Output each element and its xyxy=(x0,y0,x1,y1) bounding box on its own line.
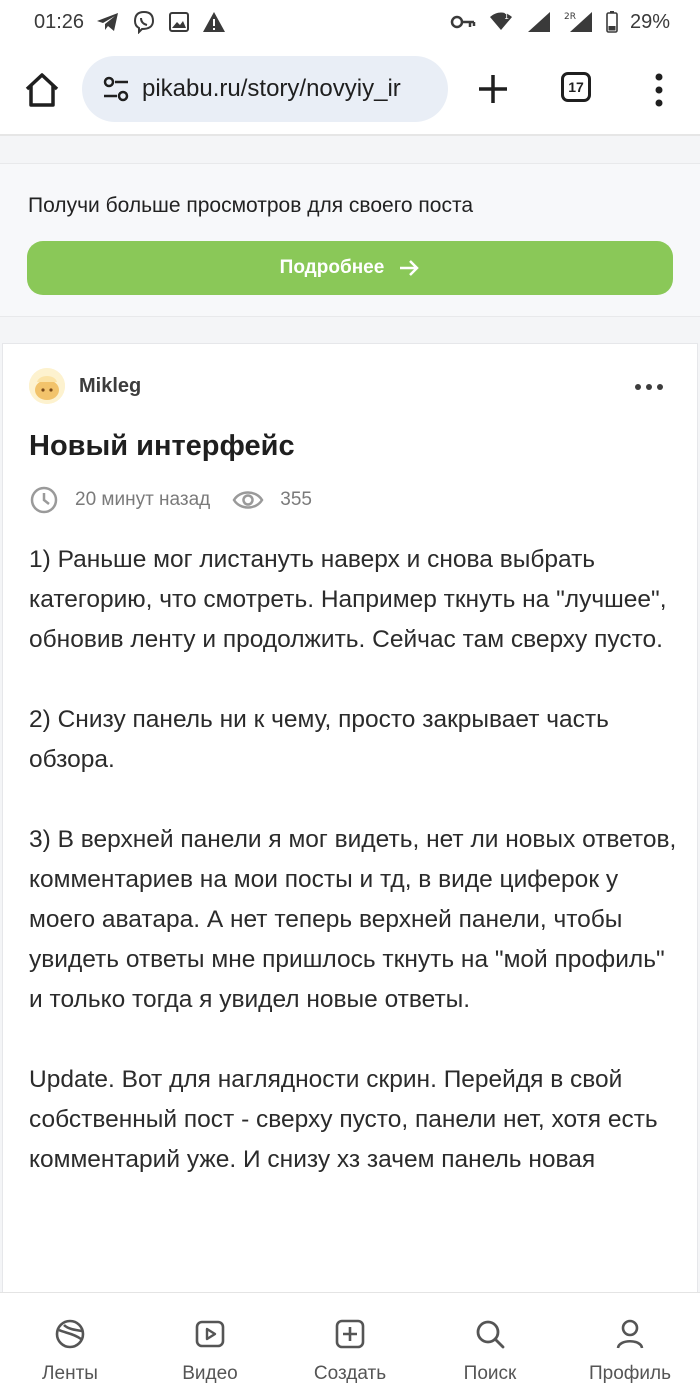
nav-feeds[interactable]: Ленты xyxy=(10,1293,130,1400)
nav-label: Создать xyxy=(313,1363,387,1384)
search-icon xyxy=(476,1320,505,1349)
feeds-icon xyxy=(55,1319,85,1349)
address-bar[interactable]: pikabu.ru/story/novyiy_ir xyxy=(82,56,448,122)
nav-label: Ленты xyxy=(42,1363,98,1384)
post-views: 355 xyxy=(280,489,312,510)
dot-icon xyxy=(646,384,652,390)
clock-icon xyxy=(30,486,58,514)
home-icon xyxy=(25,73,59,107)
post-paragraph: 1) Раньше мог листануть наверх и снова в… xyxy=(29,546,667,653)
post-paragraph: 3) В верхней панели я мог видеть, нет ли… xyxy=(29,826,677,1013)
post-paragraph: 2) Снизу панель ни к чему, просто закрыв… xyxy=(29,706,609,773)
tab-count: 17 xyxy=(568,79,584,95)
status-bar: 01:26 1 2R 29% xyxy=(0,0,700,44)
more-vertical-icon xyxy=(655,73,663,107)
url-text[interactable]: pikabu.ru/story/novyiy_ir xyxy=(142,75,401,103)
author-name[interactable]: Mikleg xyxy=(79,375,141,398)
svg-text:2R: 2R xyxy=(564,12,576,22)
post-card: Mikleg Новый интерфейс 20 минут назад 35… xyxy=(2,343,698,1303)
battery-percent: 29% xyxy=(629,10,670,33)
gallery-icon xyxy=(168,11,190,33)
post-author[interactable]: Mikleg xyxy=(29,368,141,404)
nav-video[interactable]: Видео xyxy=(150,1293,270,1400)
nav-label: Профиль xyxy=(588,1363,672,1384)
promo-more-button[interactable]: Подробнее xyxy=(27,241,673,295)
dot-icon xyxy=(635,384,641,390)
promo-button-label: Подробнее xyxy=(279,257,385,278)
home-button[interactable] xyxy=(22,70,62,110)
nav-profile[interactable]: Профиль xyxy=(570,1293,690,1400)
vpn-key-icon xyxy=(450,14,476,30)
warning-icon xyxy=(202,11,226,33)
nav-create[interactable]: Создать xyxy=(290,1293,410,1400)
browser-toolbar: pikabu.ru/story/novyiy_ir 17 xyxy=(0,44,700,136)
video-icon xyxy=(195,1320,225,1348)
signal-icon-sim1 xyxy=(526,10,552,34)
nav-label: Поиск xyxy=(463,1363,517,1384)
site-settings-icon[interactable] xyxy=(100,73,132,105)
telegram-icon xyxy=(96,11,120,33)
wifi-icon: 1 xyxy=(488,10,514,34)
plus-icon xyxy=(479,75,507,103)
post-body: 1) Раньше мог листануть наверх и снова в… xyxy=(29,540,679,1220)
avatar[interactable] xyxy=(29,368,65,404)
post-title[interactable]: Новый интерфейс xyxy=(29,430,295,463)
new-tab-button[interactable] xyxy=(474,70,512,108)
promo-text: Получи больше просмотров для своего пост… xyxy=(28,194,474,217)
tab-switcher-button[interactable]: 17 xyxy=(561,72,591,102)
signal-icon-sim2: 2R xyxy=(564,10,594,34)
nav-label: Видео xyxy=(182,1363,238,1384)
post-more-button[interactable] xyxy=(635,384,663,390)
dot-icon xyxy=(657,384,663,390)
post-meta: 20 минут назад 355 xyxy=(29,485,312,515)
nav-search[interactable]: Поиск xyxy=(430,1293,550,1400)
bottom-navigation: Ленты Видео Создать Поиск Профиль xyxy=(0,1292,700,1400)
clock-time: 01:26 xyxy=(34,10,85,33)
eye-icon xyxy=(232,491,264,509)
viber-icon xyxy=(132,10,156,34)
promo-banner: Получи больше просмотров для своего пост… xyxy=(0,163,700,317)
svg-text:1: 1 xyxy=(504,12,509,21)
post-time: 20 минут назад xyxy=(75,489,211,510)
battery-icon xyxy=(606,11,618,33)
arrow-right-icon xyxy=(400,260,420,276)
create-icon xyxy=(335,1319,365,1349)
profile-icon xyxy=(616,1319,644,1349)
browser-menu-button[interactable] xyxy=(646,70,672,110)
post-paragraph: Update. Вот для наглядности скрин. Перей… xyxy=(29,1066,658,1173)
